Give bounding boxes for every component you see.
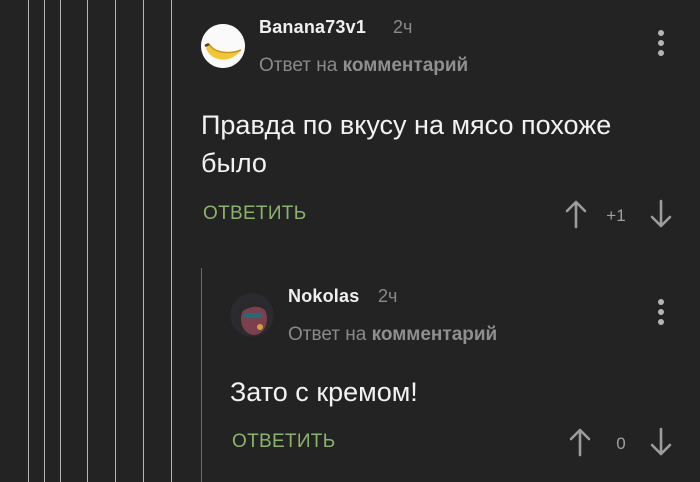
comment-nokolas: Nokolas 2ч Ответ на комментарий Зато с к… [0, 0, 700, 482]
user-photo-avatar[interactable] [230, 293, 274, 337]
reply-to-link[interactable]: комментарий [372, 324, 498, 345]
upvote-arrow-icon[interactable] [569, 427, 591, 457]
reply-to-prefix: Ответ на [288, 324, 367, 345]
more-menu-icon[interactable] [655, 299, 667, 329]
comment-username[interactable]: Nokolas [288, 286, 359, 307]
rating-value: 0 [616, 434, 626, 453]
reply-to-line: Ответ на комментарий [288, 324, 497, 346]
comment-time: 2ч [378, 286, 398, 306]
comment-text: Зато с кремом! [230, 377, 418, 407]
reply-button[interactable]: ОТВЕТИТЬ [232, 431, 335, 453]
downvote-arrow-icon[interactable] [650, 427, 672, 457]
